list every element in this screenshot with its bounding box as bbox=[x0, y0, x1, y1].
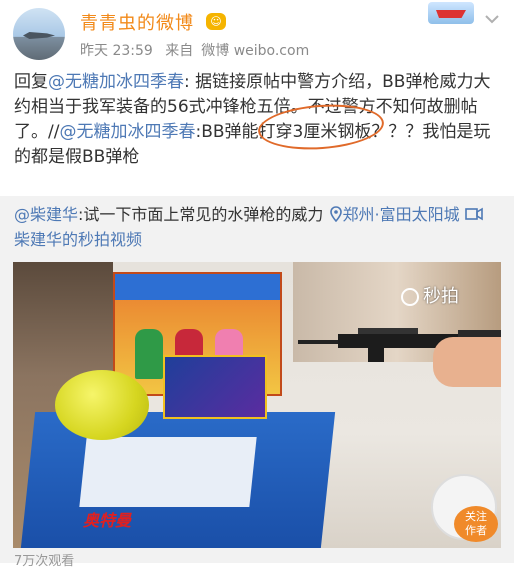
location-pin-icon bbox=[329, 206, 342, 223]
user-avatar[interactable] bbox=[13, 8, 65, 60]
mention-link[interactable]: @无糖加冰四季春 bbox=[48, 72, 184, 92]
follow-label-1: 关注 bbox=[465, 510, 487, 523]
toy-figure bbox=[135, 329, 163, 379]
chevron-down-icon[interactable] bbox=[483, 10, 501, 28]
username[interactable]: 青青虫的微博 bbox=[80, 9, 194, 35]
boat-icon bbox=[436, 10, 466, 18]
box-contents-image bbox=[79, 437, 257, 507]
decoration-badge-icon bbox=[428, 2, 474, 24]
repost-author[interactable]: @柴建华 bbox=[14, 205, 78, 224]
video-link-text: 柴建华的秒拍视频 bbox=[14, 230, 143, 249]
toy-poster-image bbox=[163, 355, 267, 419]
post-content: 回复@无糖加冰四季春: 据链接原帖中警方介绍，BB弹枪威力大约相当于我军装备的5… bbox=[14, 70, 504, 170]
location-link[interactable]: 郑州·富田太阳城 bbox=[329, 205, 460, 224]
view-count: 7万次观看 bbox=[14, 554, 75, 569]
jet-image bbox=[23, 32, 55, 39]
video-player[interactable]: 奥特曼 秒拍 关注 作者 bbox=[13, 262, 501, 548]
camera-icon bbox=[401, 288, 419, 306]
location-text: 郑州·富田太阳城 bbox=[342, 205, 460, 224]
box-logo: 奥特曼 bbox=[83, 511, 132, 530]
post-source[interactable]: 微博 weibo.com bbox=[201, 43, 309, 59]
balloon-image bbox=[55, 370, 149, 440]
mention-link-2[interactable]: @无糖加冰四季春 bbox=[59, 122, 195, 142]
vip-badge-icon: ☺ bbox=[206, 13, 226, 30]
repost-card[interactable]: @柴建华:试一下市面上常见的水弹枪的威力 郑州·富田太阳城 柴建华的秒拍视频 奥… bbox=[0, 196, 514, 563]
follow-author-button[interactable]: 关注 作者 bbox=[454, 506, 498, 542]
repost-body: :试一下市面上常见的水弹枪的威力 bbox=[78, 205, 324, 224]
reply-prefix: 回复 bbox=[14, 72, 48, 92]
video-icon bbox=[464, 207, 483, 221]
repost-text: @柴建华:试一下市面上常见的水弹枪的威力 郑州·富田太阳城 柴建华的秒拍视频 bbox=[14, 202, 494, 252]
post-meta: 昨天 23:59 来自 微博 weibo.com bbox=[80, 40, 317, 60]
post-header: 青青虫的微博 ☺ 昨天 23:59 来自 微博 weibo.com bbox=[0, 0, 514, 66]
hand-image bbox=[433, 337, 501, 387]
follow-label-2: 作者 bbox=[465, 524, 487, 537]
video-watermark: 秒拍 bbox=[401, 282, 459, 308]
toy-box-band bbox=[115, 274, 280, 300]
watermark-text: 秒拍 bbox=[423, 286, 459, 307]
post-time: 昨天 23:59 bbox=[80, 43, 153, 59]
source-prefix: 来自 bbox=[165, 43, 194, 59]
